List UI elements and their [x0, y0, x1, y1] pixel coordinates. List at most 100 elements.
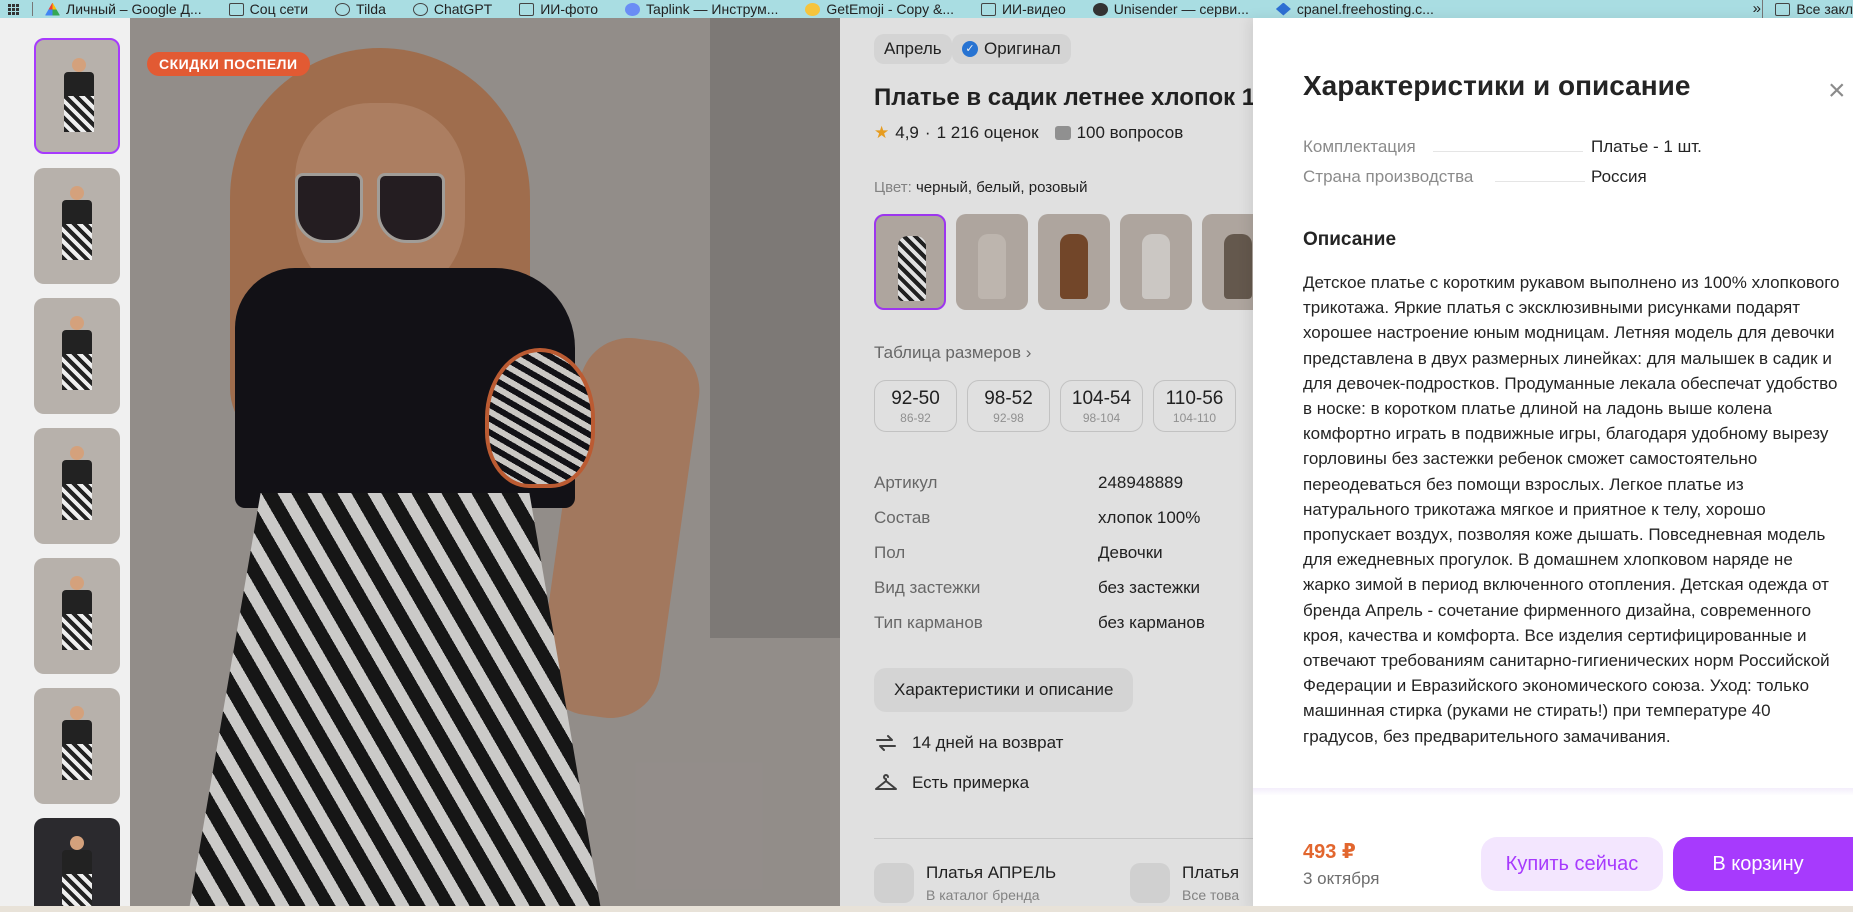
- gallery-thumb[interactable]: [34, 818, 120, 912]
- buy-now-button[interactable]: Купить сейчас: [1481, 837, 1663, 891]
- cpanel-icon: [1275, 2, 1291, 16]
- product-image: [62, 446, 92, 531]
- description-heading: Описание: [1303, 229, 1397, 250]
- product-image: [62, 186, 92, 271]
- all-bookmarks-button[interactable]: Все закл: [1762, 0, 1853, 18]
- size-table-link[interactable]: Таблица размеров ›: [874, 343, 1031, 363]
- rating-separator: ·: [924, 123, 931, 142]
- gallery-thumb[interactable]: [34, 428, 120, 544]
- category-card[interactable]: Платья Все това: [1130, 863, 1239, 903]
- add-to-cart-button[interactable]: В корзину: [1673, 837, 1853, 891]
- color-swatch[interactable]: [1202, 214, 1253, 310]
- gallery-thumb[interactable]: [34, 688, 120, 804]
- bookmark-cpanel[interactable]: cpanel.freehosting.c...: [1275, 1, 1434, 17]
- dotted-leader: [1495, 181, 1585, 182]
- gallery-thumb[interactable]: [34, 38, 120, 154]
- tag-icon: [874, 863, 914, 903]
- chatgpt-icon: [412, 2, 428, 16]
- bookmarks-more-button[interactable]: »: [1753, 0, 1761, 17]
- spec-row-composition: Состав хлопок 100%: [874, 508, 1201, 527]
- product-image: [64, 58, 94, 143]
- bookmark-getemoji[interactable]: GetEmoji - Copy &...: [805, 1, 954, 17]
- bookmarks-divider: [32, 2, 33, 16]
- return-info: 14 дней на возврат: [874, 733, 1063, 753]
- bookmark-soc-seti[interactable]: Соц сети: [228, 1, 308, 17]
- color-swatch[interactable]: [1120, 214, 1192, 310]
- drawer-row-country: Страна производства Россия: [1303, 167, 1647, 186]
- bottom-strip: [0, 906, 1853, 912]
- gallery-thumb[interactable]: [34, 168, 120, 284]
- color-swatch[interactable]: [874, 214, 946, 310]
- size-option[interactable]: 98-52 92-98: [967, 380, 1050, 432]
- tilda-icon: [335, 2, 351, 16]
- color-line: Цвет: черный, белый, розовый: [874, 179, 1087, 196]
- close-icon[interactable]: ×: [1828, 76, 1846, 106]
- price: 493 ₽: [1303, 841, 1356, 863]
- layers-icon: [1130, 863, 1170, 903]
- size-options: 92-50 86-92 98-52 92-98 104-54 98-104 110-5…: [874, 380, 1236, 432]
- dotted-leader: [1433, 151, 1583, 152]
- product-image: [62, 836, 92, 912]
- spec-row-gender: Пол Девочки: [874, 543, 1163, 562]
- brand-catalog-card[interactable]: Платья АПРЕЛЬ В каталог бренда: [874, 863, 1056, 903]
- product-title: Платье в садик летнее хлопок 1: [874, 84, 1253, 111]
- drawer-row-set: Комплектация Платье - 1 шт.: [1303, 137, 1702, 156]
- color-swatch[interactable]: [1038, 214, 1110, 310]
- folder-icon: [980, 2, 996, 16]
- reviews-count[interactable]: 1 216 оценок: [937, 123, 1039, 143]
- main-product-photo[interactable]: [130, 18, 840, 912]
- spec-row-article: Артикул 248948889: [874, 473, 1184, 492]
- size-option[interactable]: 92-50 86-92: [874, 380, 957, 432]
- questions-count[interactable]: 100 вопросов: [1077, 123, 1184, 143]
- original-chip[interactable]: ✓ Оригинал: [952, 34, 1071, 64]
- color-value: черный, белый, розовый: [915, 179, 1088, 196]
- gallery-thumb[interactable]: [34, 298, 120, 414]
- purchase-bar: 493 ₽ 3 октября Купить сейчас В корзину: [1253, 795, 1853, 912]
- drawer-title: Характеристики и описание: [1303, 70, 1691, 101]
- product-image: [62, 706, 92, 791]
- rating-row[interactable]: ★ 4,9 · 1 216 оценок 100 вопросов: [874, 123, 1183, 143]
- gallery-thumb[interactable]: [34, 558, 120, 674]
- bookmark-google-drive[interactable]: Личный – Google Д...: [45, 1, 202, 17]
- delivery-date: 3 октября: [1303, 869, 1380, 888]
- spec-row-fastener: Вид застежки без застежки: [874, 578, 1201, 597]
- gallery-thumbnails: [0, 18, 130, 912]
- sale-badge: СКИДКИ ПОСПЕЛИ: [147, 52, 310, 76]
- characteristics-button[interactable]: Характеристики и описание: [874, 668, 1134, 712]
- description-text: Детское платье с коротким рукавом выполн…: [1303, 273, 1840, 746]
- folder-icon: [519, 2, 535, 16]
- brand-chip[interactable]: Апрель: [874, 34, 952, 64]
- rating-value: 4,9: [895, 123, 919, 142]
- questions-icon: [1054, 126, 1071, 140]
- size-option[interactable]: 104-54 98-104: [1060, 380, 1143, 432]
- bookmark-ii-video[interactable]: ИИ-видео: [980, 1, 1066, 17]
- color-label: Цвет:: [874, 179, 912, 196]
- google-drive-icon: [45, 2, 60, 16]
- folder-icon: [228, 2, 244, 16]
- folder-icon: [1775, 2, 1791, 16]
- bookmark-chatgpt[interactable]: ChatGPT: [412, 1, 492, 17]
- divider: [874, 838, 1253, 839]
- bookmark-ii-foto[interactable]: ИИ-фото: [519, 1, 598, 17]
- bookmark-tilda[interactable]: Tilda: [335, 1, 386, 17]
- fitting-info: Есть примерка: [874, 773, 1029, 793]
- star-icon: ★: [874, 123, 890, 142]
- spec-list: Артикул 248948889 Состав хлопок 100% Пол Де…: [874, 473, 1253, 648]
- bookmark-taplink[interactable]: Taplink — Инструм...: [625, 1, 778, 17]
- bookmark-unisender[interactable]: Unisender — серви...: [1092, 1, 1249, 17]
- product-image: [62, 576, 92, 661]
- apps-grid-icon[interactable]: [0, 3, 26, 15]
- unisender-icon: [1092, 2, 1108, 16]
- return-arrows-icon: [874, 733, 898, 753]
- size-option[interactable]: 110-56 104-110: [1153, 380, 1236, 432]
- verified-check-icon: ✓: [962, 41, 978, 57]
- characteristics-drawer: Характеристики и описание × Комплектация…: [1253, 18, 1853, 912]
- color-swatches: [874, 214, 1253, 310]
- color-swatch[interactable]: [956, 214, 1028, 310]
- product-image: [62, 316, 92, 401]
- photo-dim-overlay: [130, 18, 840, 912]
- bookmarks-bar: Личный – Google Д... Соц сети Tilda Chat…: [0, 0, 1853, 18]
- spec-row-pockets: Тип карманов без карманов: [874, 613, 1205, 632]
- emoji-icon: [805, 2, 821, 16]
- product-info-panel: Апрель ✓ Оригинал Платье в садик летнее х…: [840, 18, 1253, 912]
